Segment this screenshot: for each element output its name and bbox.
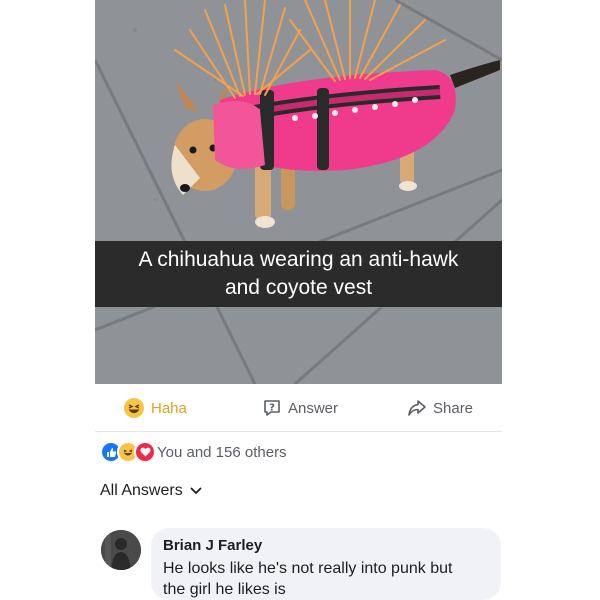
haha-button[interactable]: Haha [123, 390, 187, 426]
divider [95, 431, 502, 432]
chihuahua-photo [95, 0, 502, 384]
avatar[interactable] [101, 530, 141, 570]
love-icon [134, 441, 156, 463]
caption-line-2: and coyote vest [224, 276, 373, 299]
haha-label: Haha [151, 399, 187, 417]
share-button[interactable]: Share [407, 390, 473, 426]
reaction-count-text: You and 156 others [157, 443, 287, 461]
chevron-down-icon [190, 487, 202, 495]
comment-text-line-2: the girl he likes is [163, 581, 286, 598]
comment-text-line-1: He looks like he's not really into punk … [163, 560, 453, 577]
comment-bubble: Brian J Farley He looks like he's not re… [151, 528, 501, 600]
svg-text:?: ? [269, 403, 275, 414]
comment-author[interactable]: Brian J Farley [163, 536, 489, 555]
action-bar: Haha ? Answer Share [95, 390, 502, 426]
answer-button[interactable]: ? Answer [262, 390, 338, 426]
all-answers-label: All Answers [100, 482, 183, 499]
share-label: Share [433, 399, 474, 417]
comment-text: He looks like he's not really into punk … [163, 558, 489, 600]
haha-icon [123, 397, 145, 419]
reaction-icons [100, 441, 156, 463]
reaction-summary[interactable]: You and 156 others [100, 440, 287, 464]
share-arrow-icon [407, 399, 427, 417]
answer-label: Answer [288, 399, 339, 417]
question-bubble-icon: ? [262, 398, 282, 418]
image-caption: A chihuahua wearing an anti-hawk and coy… [95, 241, 502, 307]
caption-line-1: A chihuahua wearing an anti-hawk [138, 248, 459, 271]
post-image[interactable]: A chihuahua wearing an anti-hawk and coy… [95, 0, 502, 384]
post-card: A chihuahua wearing an anti-hawk and coy… [0, 0, 600, 600]
all-answers-dropdown[interactable]: All Answers [100, 482, 202, 500]
